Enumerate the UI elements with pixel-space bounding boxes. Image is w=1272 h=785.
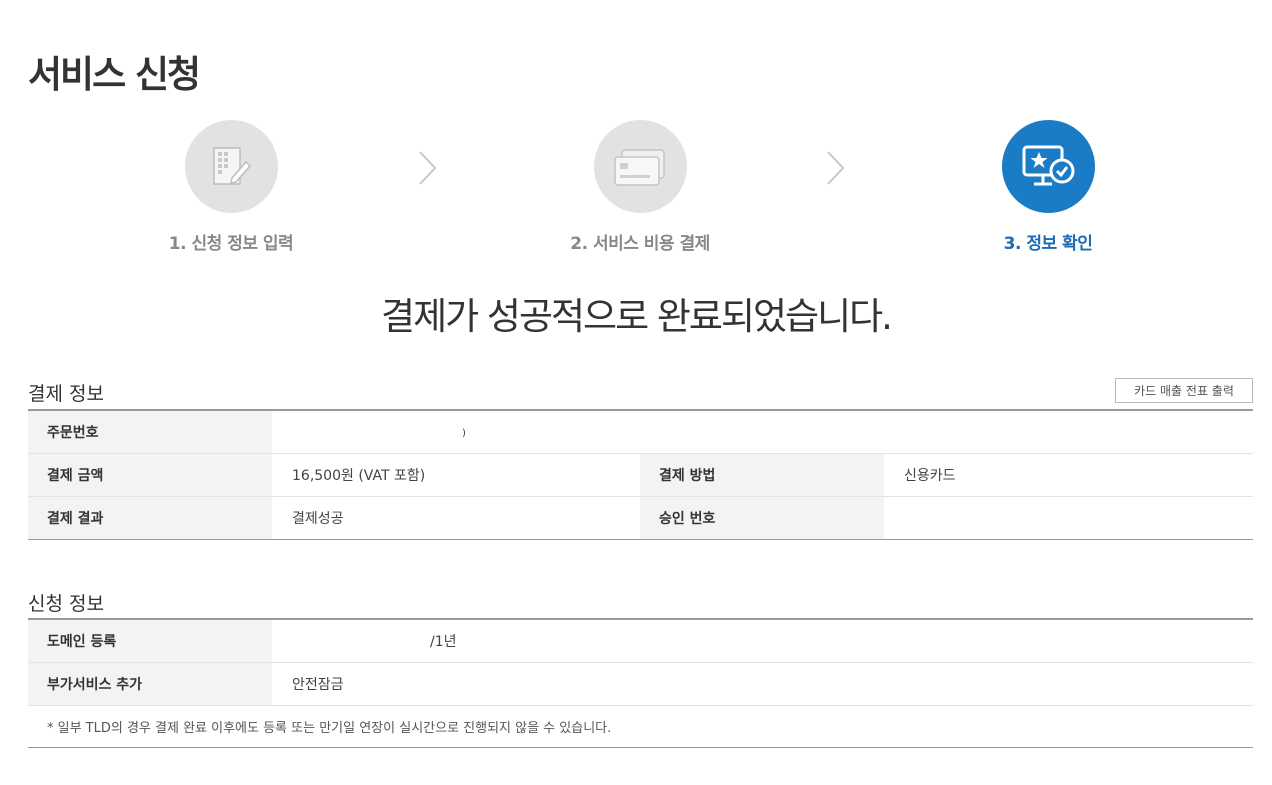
chevron-right-icon (827, 151, 845, 185)
step-1: 1. 신청 정보 입력 (111, 120, 351, 254)
monitor-check-icon (1022, 145, 1075, 185)
table-row: 부가서비스 추가 안전잠금 (28, 662, 1253, 706)
table-row: * 일부 TLD의 경우 결제 완료 이후에도 등록 또는 만기일 연장이 실시… (28, 705, 1253, 747)
table-row: 결제 금액 16,500원 (VAT 포함) 결제 방법 신용카드 (28, 453, 1253, 497)
step-1-circle (184, 120, 278, 213)
chevron-right-icon (419, 151, 437, 185)
result-value: 결제성공 (292, 510, 344, 527)
method-label: 결제 방법 (640, 453, 884, 497)
approval-label: 승인 번호 (640, 496, 884, 539)
addon-value: 안전잠금 (272, 662, 1253, 706)
table-row: 주문번호 ) (28, 410, 1253, 454)
page-title: 서비스 신청 (28, 53, 201, 96)
application-info-table: 도메인 등록 /1년 부가서비스 추가 안전잠금 * 일부 TLD의 경우 결제… (28, 618, 1253, 748)
amount-value: 16,500원 (VAT 포함) (272, 453, 640, 497)
table-row: 결제 결과 결제성공 승인 번호 (28, 496, 1253, 539)
table-row: 도메인 등록 /1년 (28, 619, 1253, 663)
step-2: 2. 서비스 비용 결제 (520, 120, 760, 254)
step-3: 3. 정보 확인 (928, 120, 1168, 254)
amount-label: 결제 금액 (28, 453, 272, 497)
step-3-circle (1001, 120, 1095, 213)
step-2-label: 2. 서비스 비용 결제 (570, 234, 710, 254)
order-number-text: ) (462, 427, 466, 439)
payment-info-table: 주문번호 ) 결제 금액 16,500원 (VAT 포함) 결제 방법 신용카드… (28, 409, 1253, 540)
application-info-title: 신청 정보 (28, 593, 104, 615)
step-1-label: 1. 신청 정보 입력 (168, 234, 294, 254)
order-number-label: 주문번호 (28, 410, 272, 454)
step-3-label: 3. 정보 확인 (1003, 234, 1093, 254)
result-label: 결제 결과 (28, 496, 272, 539)
addon-label: 부가서비스 추가 (28, 662, 272, 706)
step-2-circle (593, 120, 687, 213)
document-edit-icon (213, 146, 252, 185)
order-number-value: ) (272, 410, 1253, 454)
approval-value (884, 496, 1253, 539)
print-receipt-button[interactable]: 카드 매출 전표 출력 (1115, 378, 1253, 403)
payment-info-title: 결제 정보 (28, 383, 104, 405)
domain-text: /1년 (430, 633, 457, 650)
domain-value: /1년 (272, 619, 1253, 663)
method-value: 신용카드 (884, 453, 1253, 497)
success-message: 결제가 성공적으로 완료되었습니다. (381, 295, 893, 338)
credit-card-icon (614, 148, 665, 186)
domain-label: 도메인 등록 (28, 619, 272, 663)
notice-text: * 일부 TLD의 경우 결제 완료 이후에도 등록 또는 만기일 연장이 실시… (47, 720, 612, 736)
